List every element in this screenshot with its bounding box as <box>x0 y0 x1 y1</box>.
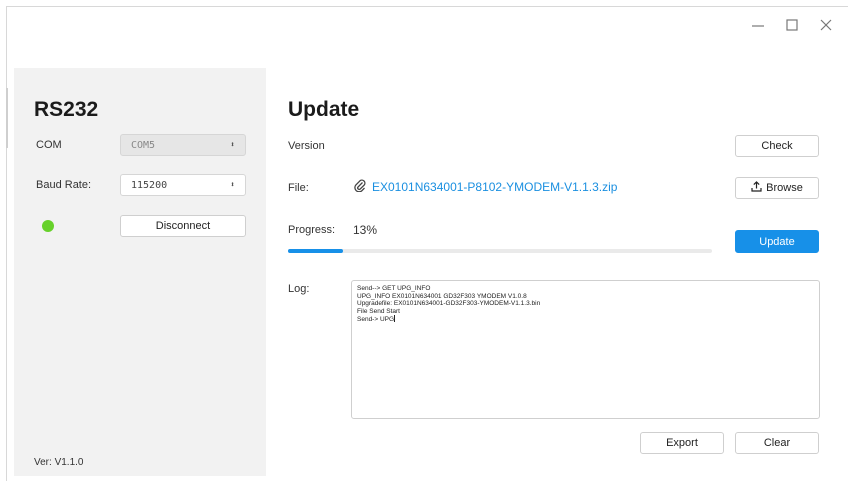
left-edge-divider <box>6 88 8 148</box>
paperclip-icon <box>354 179 366 195</box>
progress-bar <box>288 249 712 253</box>
upload-icon <box>751 181 762 195</box>
update-title: Update <box>288 98 360 121</box>
browse-button[interactable]: Browse <box>735 177 819 199</box>
select-arrows-icon: ⬍ <box>230 180 235 189</box>
log-line: Send--> GET UPG_INFO <box>357 285 431 292</box>
file-name: EX0101N634001-P8102-YMODEM-V1.1.3.zip <box>372 180 618 194</box>
com-label: COM <box>36 139 62 151</box>
baud-rate-select[interactable]: 115200 ⬍ <box>120 174 246 196</box>
com-select-value: COM5 <box>131 139 156 151</box>
connection-status-dot <box>42 220 54 232</box>
version-label: Version <box>288 140 325 152</box>
rs232-title: RS232 <box>34 98 99 121</box>
progress-percent: 13% <box>353 223 378 237</box>
update-button[interactable]: Update <box>735 230 819 253</box>
log-line-text: Send-> UPG <box>357 316 395 323</box>
baud-rate-label: Baud Rate: <box>36 179 92 191</box>
progress-label: Progress: <box>288 224 336 236</box>
clear-button[interactable]: Clear <box>735 432 819 454</box>
log-line-last: Send-> UPG <box>357 315 814 324</box>
close-icon[interactable] <box>818 17 834 33</box>
baud-rate-select-value: 115200 <box>131 179 168 191</box>
export-button[interactable]: Export <box>640 432 724 454</box>
app-version: Ver: V1.1.0 <box>34 457 84 468</box>
log-textarea[interactable]: Send--> GET UPG_INFO UPG_INFO EX0101N634… <box>351 280 820 419</box>
disconnect-button[interactable]: Disconnect <box>120 215 246 237</box>
check-button[interactable]: Check <box>735 135 819 157</box>
log-label: Log: <box>288 283 310 295</box>
log-line: Upgradefile: EX0101N634001-GD32F303-YMOD… <box>357 300 541 307</box>
browse-label: Browse <box>766 182 803 194</box>
select-arrows-icon: ⬍ <box>230 140 235 149</box>
maximize-icon[interactable] <box>784 17 800 33</box>
text-caret <box>394 315 396 322</box>
window-controls <box>750 17 834 33</box>
com-select[interactable]: COM5 ⬍ <box>120 134 246 156</box>
file-label: File: <box>288 182 309 194</box>
minimize-icon[interactable] <box>750 17 766 33</box>
log-line: File Send Start <box>357 307 400 315</box>
rs232-panel <box>14 68 266 476</box>
log-line: UPG_INFO EX0101N634001 GD32F303 YMODEM V… <box>357 292 527 300</box>
file-link[interactable]: EX0101N634001-P8102-YMODEM-V1.1.3.zip <box>354 179 617 195</box>
progress-bar-fill <box>288 249 344 253</box>
